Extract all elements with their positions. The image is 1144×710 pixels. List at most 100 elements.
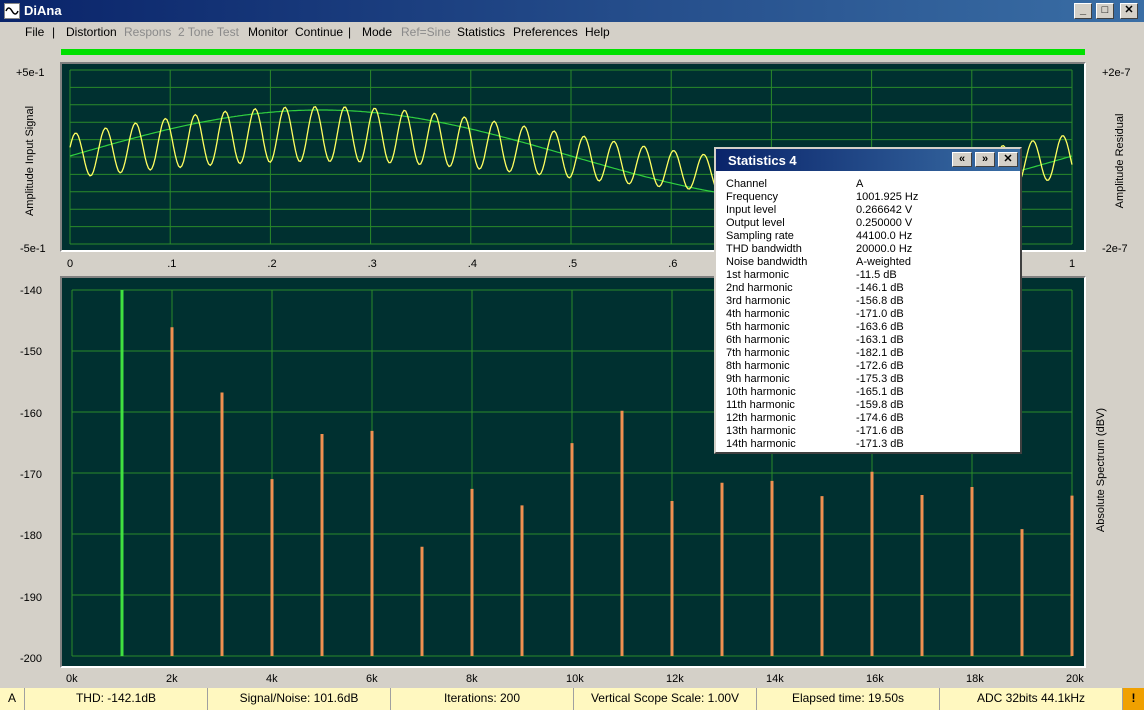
stat-row: Channel A: [726, 178, 1016, 191]
scope-y-top-label: +5e-1: [16, 67, 45, 79]
menu-help[interactable]: Help: [585, 25, 610, 39]
scope-right-axis-title: Amplitude Residual: [1114, 113, 1126, 209]
spectrum-x-tick: 6k: [366, 673, 378, 685]
stat-row: THD bandwidth 20000.0 Hz: [726, 243, 1016, 256]
stat-row: 11th harmonic -159.8 dB: [726, 399, 1016, 412]
stat-key: 4th harmonic: [726, 308, 790, 320]
stat-key: 6th harmonic: [726, 334, 790, 346]
stat-key: Output level: [726, 217, 785, 229]
scope-x-tick: 1: [1069, 258, 1076, 270]
stat-row: 2nd harmonic -146.1 dB: [726, 282, 1016, 295]
status-channel: A: [7, 691, 16, 705]
prev-button[interactable]: «: [952, 152, 972, 167]
menu-continue[interactable]: Continue: [295, 25, 343, 39]
stat-value: -171.0 dB: [856, 308, 904, 320]
menu-monitor[interactable]: Monitor: [248, 25, 288, 39]
stat-value: -171.3 dB: [856, 438, 904, 450]
stat-value: -11.5 dB: [856, 269, 897, 281]
stat-key: 14th harmonic: [726, 438, 796, 450]
minimize-button[interactable]: _: [1074, 3, 1092, 19]
stat-value: -175.3 dB: [856, 373, 904, 385]
stat-row: 4th harmonic -171.0 dB: [726, 308, 1016, 321]
stat-value: -163.6 dB: [856, 321, 904, 333]
stat-value: -159.8 dB: [856, 399, 904, 411]
status-bar: A THD: -142.1dB Signal/Noise: 101.6dB It…: [0, 688, 1144, 710]
menu-distortion[interactable]: Distortion: [66, 25, 117, 39]
stat-row: 12th harmonic -174.6 dB: [726, 412, 1016, 425]
stat-row: 1st harmonic -11.5 dB: [726, 269, 1016, 282]
stat-value: 0.250000 V: [856, 217, 913, 229]
stat-key: Input level: [726, 204, 777, 216]
spectrum-y-tick: -190: [20, 591, 43, 604]
spectrum-x-tick: 8k: [466, 673, 478, 685]
stat-row: 6th harmonic -163.1 dB: [726, 334, 1016, 347]
menu-mode[interactable]: Mode: [362, 25, 392, 39]
stat-value: -163.1 dB: [856, 334, 904, 346]
status-elapsed: Elapsed time: 19.50s: [756, 688, 939, 710]
stat-key: 2nd harmonic: [726, 282, 793, 294]
menu-file[interactable]: File: [25, 25, 44, 39]
menu-respons[interactable]: Respons: [124, 25, 171, 39]
scope-x-tick: .2: [267, 258, 277, 270]
stat-row: 13th harmonic -171.6 dB: [726, 425, 1016, 438]
spectrum-y-tick: -170: [20, 468, 43, 481]
spectrum-x-tick: 2k: [166, 673, 178, 685]
close-button[interactable]: ✕: [1120, 3, 1138, 19]
stat-value: -165.1 dB: [856, 386, 904, 398]
menu-ref-sine[interactable]: Ref=Sine: [401, 25, 451, 39]
stat-key: Channel: [726, 178, 767, 190]
stat-value: -146.1 dB: [856, 282, 904, 294]
next-button[interactable]: »: [975, 152, 995, 167]
spectrum-y-tick: -150: [20, 346, 43, 359]
spectrum-right-axis-title: Absolute Spectrum (dBV): [1095, 407, 1107, 533]
stat-row: Frequency 1001.925 Hz: [726, 191, 1016, 204]
scope-x-tick: .1: [167, 258, 177, 270]
stat-value: -172.6 dB: [856, 360, 904, 372]
menu-statistics[interactable]: Statistics: [457, 25, 505, 39]
stats-close-button[interactable]: ✕: [998, 152, 1018, 167]
residual-y-top-label: +2e-7: [1102, 67, 1131, 79]
scope-x-tick: .4: [467, 258, 477, 270]
statistics-title: Statistics 4: [728, 153, 797, 168]
warning-icon[interactable]: !: [1122, 688, 1144, 710]
stat-key: 10th harmonic: [726, 386, 796, 398]
window-title: DiAna: [24, 3, 62, 18]
stat-row: Sampling rate 44100.0 Hz: [726, 230, 1016, 243]
stat-row: Output level 0.250000 V: [726, 217, 1016, 230]
spectrum-x-tick: 4k: [266, 673, 278, 685]
menu-preferences[interactable]: Preferences: [513, 25, 578, 39]
stat-key: 3rd harmonic: [726, 295, 791, 307]
status-adc: ADC 32bits 44.1kHz: [939, 688, 1122, 710]
stat-key: 11th harmonic: [726, 399, 795, 411]
stat-value: 44100.0 Hz: [856, 230, 913, 242]
menu-2-tone-test[interactable]: 2 Tone Test: [178, 25, 239, 39]
app-icon[interactable]: [4, 3, 20, 19]
status-iterations: Iterations: 200: [390, 688, 573, 710]
spectrum-x-tick: 16k: [866, 673, 884, 685]
scope-x-tick: .5: [568, 258, 578, 270]
stat-row: 3rd harmonic -156.8 dB: [726, 295, 1016, 308]
stat-row: 8th harmonic -172.6 dB: [726, 360, 1016, 373]
status-scope-scale: Vertical Scope Scale: 1.00V: [573, 688, 756, 710]
stat-row: 14th harmonic -171.3 dB: [726, 438, 1016, 451]
maximize-button[interactable]: □: [1096, 3, 1114, 19]
scope-y-bottom-label: -5e-1: [20, 243, 46, 255]
scope-x-tick: .6: [668, 258, 678, 270]
stat-key: Noise bandwidth: [726, 256, 808, 268]
progress-bar: [61, 49, 1085, 55]
statistics-window[interactable]: Statistics 4 « » ✕ Channel A Frequency 1001…: [714, 147, 1022, 454]
scope-left-axis-title: Amplitude Input Signal: [24, 105, 36, 217]
spectrum-x-tick: 0k: [66, 673, 78, 685]
stat-value: -174.6 dB: [856, 412, 904, 424]
stat-value: 0.266642 V: [856, 204, 913, 216]
spectrum-y-tick: -140: [20, 285, 43, 297]
status-thd: THD: -142.1dB: [24, 688, 207, 710]
menu-separator: |: [348, 25, 352, 39]
spectrum-y-tick: -200: [20, 652, 43, 665]
stat-key: 13th harmonic: [726, 425, 796, 437]
stat-value: A-weighted: [856, 256, 912, 268]
scope-x-tick: 0: [67, 258, 74, 270]
stat-key: 12th harmonic: [726, 412, 796, 424]
statistics-title-bar[interactable]: Statistics 4 « » ✕: [716, 149, 1020, 171]
stat-row: 9th harmonic -175.3 dB: [726, 373, 1016, 386]
